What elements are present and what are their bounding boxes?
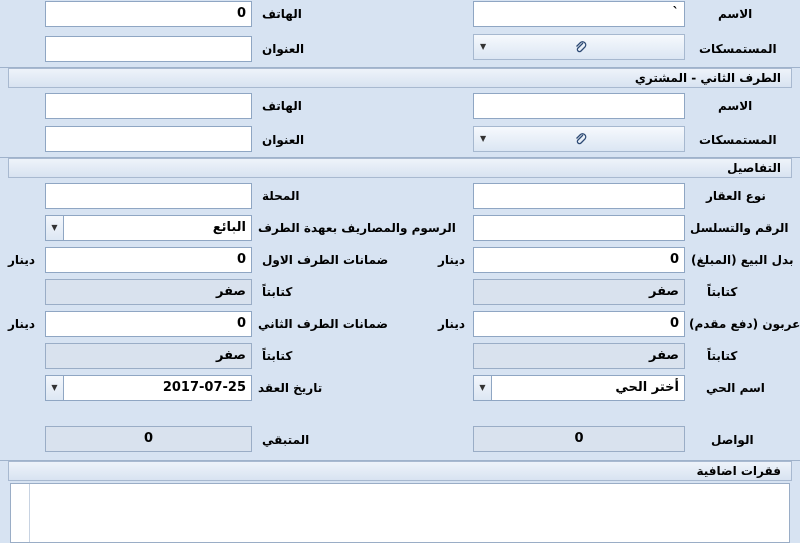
- deposit-currency: دينار: [438, 317, 465, 331]
- contract-date-value: 2017-07-25: [64, 375, 252, 401]
- property-type-input[interactable]: [473, 183, 685, 209]
- locality-label: المحلة: [262, 189, 300, 203]
- remaining-label: المتبقي: [262, 433, 310, 447]
- price-currency: دينار: [438, 253, 465, 267]
- party1-name-input[interactable]: `: [473, 1, 685, 27]
- serial-label: الرقم والتسلسل: [690, 221, 789, 235]
- chevron-down-icon[interactable]: ▼: [45, 375, 64, 401]
- party1-address-label: العنوان: [262, 42, 305, 56]
- party2-name-label: الاسم: [718, 99, 753, 113]
- party1-phone-label: الهاتف: [262, 7, 302, 21]
- chevron-down-icon[interactable]: ▼: [45, 215, 64, 241]
- serial-input[interactable]: [473, 215, 685, 241]
- district-dropdown[interactable]: ▼ أختر الحي: [473, 375, 685, 401]
- price-input[interactable]: 0: [473, 247, 685, 273]
- deposit-written-label: كتابتاً: [707, 349, 738, 363]
- party2-section-header: الطرف الثاني - المشتري: [8, 68, 792, 88]
- party2-docs-label: المستمسكات: [699, 133, 777, 147]
- extra-clauses-textarea[interactable]: [10, 483, 790, 543]
- remaining-field: 0: [45, 426, 252, 452]
- price-written-label: كتابتاً: [707, 285, 738, 299]
- chevron-down-icon[interactable]: ▼: [473, 375, 492, 401]
- party1-name-label: الاسم: [718, 7, 753, 21]
- received-field: 0: [473, 426, 685, 452]
- party1-docs-attach-button[interactable]: ▼: [473, 34, 685, 60]
- guarantee2-currency: دينار: [8, 317, 35, 331]
- guarantee1-label: ضمانات الطرف الاول: [262, 253, 389, 267]
- price-label: بدل البيع (المبلغ): [691, 253, 794, 267]
- district-value: أختر الحي: [492, 375, 685, 401]
- deposit-input[interactable]: 0: [473, 311, 685, 337]
- contract-date-label: تاريخ العقد: [258, 381, 323, 395]
- property-type-label: نوع العقار: [706, 189, 766, 203]
- textarea-gutter: [11, 484, 30, 542]
- guarantee2-written-label: كتابتاً: [262, 349, 293, 363]
- fees-party-value: البائع: [64, 215, 252, 241]
- district-label: اسم الحي: [706, 381, 765, 395]
- party2-phone-label: الهاتف: [262, 99, 302, 113]
- locality-input[interactable]: [45, 183, 252, 209]
- party2-phone-input[interactable]: [45, 93, 252, 119]
- party2-name-input[interactable]: [473, 93, 685, 119]
- chevron-down-icon: ▼: [480, 134, 487, 143]
- guarantee2-label: ضمانات الطرف الثاني: [258, 317, 388, 331]
- fees-party-dropdown[interactable]: ▼ البائع: [45, 215, 252, 241]
- party1-address-input[interactable]: [45, 36, 252, 62]
- deposit-label: عربون (دفع مقدم): [689, 317, 800, 331]
- party1-docs-label: المستمسكات: [699, 42, 777, 56]
- chevron-down-icon: ▼: [480, 42, 487, 51]
- details-section-header: التفاصيل: [8, 158, 792, 178]
- party2-section-title: الطرف الثاني - المشتري: [634, 71, 781, 85]
- guarantee2-input[interactable]: 0: [45, 311, 252, 337]
- price-written-field: صفر: [473, 279, 685, 305]
- deposit-written-field: صفر: [473, 343, 685, 369]
- party2-address-input[interactable]: [45, 126, 252, 152]
- paperclip-icon: [576, 133, 587, 145]
- guarantee2-written-field: صفر: [45, 343, 252, 369]
- party2-docs-attach-button[interactable]: ▼: [473, 126, 685, 152]
- fees-party-label: الرسوم والمصاريف بعهدة الطرف: [258, 221, 456, 235]
- guarantee1-currency: دينار: [8, 253, 35, 267]
- guarantee1-input[interactable]: 0: [45, 247, 252, 273]
- details-section-title: التفاصيل: [727, 161, 781, 175]
- contract-date-picker[interactable]: ▼ 2017-07-25: [45, 375, 252, 401]
- party1-phone-input[interactable]: 0: [45, 1, 252, 27]
- paperclip-icon: [576, 41, 587, 53]
- received-label: الواصل: [711, 433, 754, 447]
- extra-section-header: فقرات اضافية: [8, 461, 792, 481]
- guarantee1-written-field: صفر: [45, 279, 252, 305]
- guarantee1-written-label: كتابتاً: [262, 285, 293, 299]
- party2-address-label: العنوان: [262, 133, 305, 147]
- extra-section-title: فقرات اضافية: [696, 464, 781, 478]
